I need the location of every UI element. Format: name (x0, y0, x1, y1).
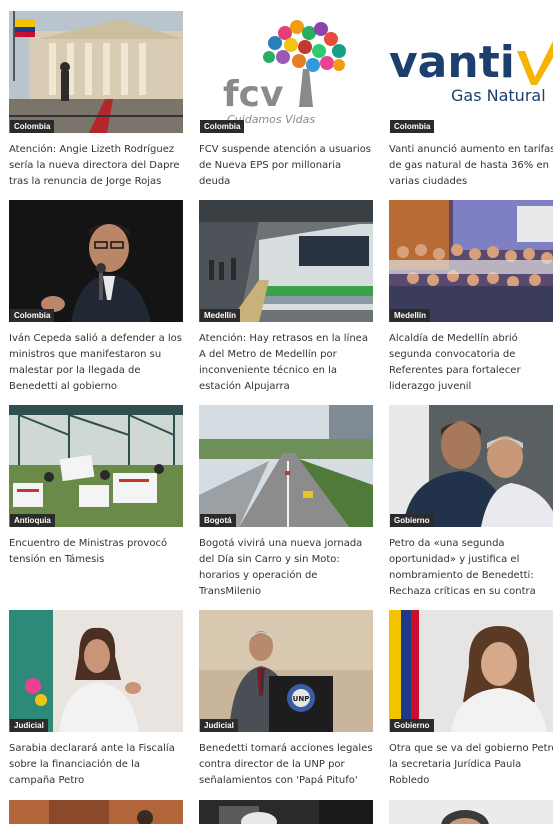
article-thumbnail[interactable]: Antioquia (9, 405, 183, 527)
category-badge[interactable]: Colombia (200, 120, 245, 133)
svg-text:UNP: UNP (293, 695, 310, 703)
article-card[interactable]: UNP Judicial Benedetti tomará acciones l… (199, 610, 373, 789)
article-card[interactable] (9, 800, 183, 824)
article-card[interactable] (389, 800, 553, 824)
article-thumbnail[interactable] (389, 800, 553, 824)
sarabia-photo (9, 610, 183, 732)
article-card[interactable] (199, 800, 373, 824)
protest-photo (9, 405, 183, 527)
bogota-road-photo (199, 405, 373, 527)
article-card[interactable]: Colombia Iván Cepeda salió a defender a … (9, 200, 183, 395)
vanti-logo: vanti Gas Natural (389, 11, 553, 133)
article-card[interactable]: vanti Gas Natural Colombia Vanti anunció… (389, 11, 553, 190)
robledo-photo (389, 610, 553, 732)
article-thumbnail[interactable]: UNP Judicial (199, 610, 373, 732)
article-card[interactable]: Medellín Atención: Hay retrasos en la lí… (199, 200, 373, 395)
article-thumbnail[interactable]: Medellín (199, 200, 373, 322)
article-card[interactable]: Antioquia Encuentro de Ministras provocó… (9, 405, 183, 568)
metro-photo (199, 200, 373, 322)
category-badge[interactable]: Bogotá (200, 514, 236, 527)
category-badge[interactable]: Colombia (390, 120, 435, 133)
article-card[interactable]: Medellín Alcaldía de Medellín abrió segu… (389, 200, 553, 395)
article-thumbnail[interactable]: Colombia (9, 11, 183, 133)
article-card[interactable]: Judicial Sarabia declarará ante la Fisca… (9, 610, 183, 789)
article-card[interactable]: Gobierno Otra que se va del gobierno Pet… (389, 610, 553, 789)
fcv-logo: fcv Cuidamos Vidas (199, 11, 373, 133)
category-badge[interactable]: Gobierno (390, 719, 434, 732)
partial-photo (389, 800, 553, 824)
svg-text:Gas Natural: Gas Natural (451, 86, 546, 105)
svg-text:vanti: vanti (389, 37, 515, 88)
article-card[interactable]: Gobierno Petro da «una segunda oportunid… (389, 405, 553, 600)
svg-text:fcv: fcv (223, 74, 283, 115)
article-title[interactable]: Atención: Hay retrasos en la línea A del… (199, 331, 373, 395)
article-thumbnail[interactable]: Judicial (9, 610, 183, 732)
category-badge[interactable]: Colombia (10, 309, 55, 322)
category-badge[interactable]: Judicial (200, 719, 238, 732)
article-title[interactable]: Alcaldía de Medellín abrió segunda convo… (389, 331, 553, 395)
article-title[interactable]: Petro da «una segunda oportunidad» y jus… (389, 536, 553, 600)
article-thumbnail[interactable] (9, 800, 183, 824)
article-thumbnail[interactable]: Bogotá (199, 405, 373, 527)
article-thumbnail[interactable]: Gobierno (389, 405, 553, 527)
article-title[interactable]: Iván Cepeda salió a defender a los minis… (9, 331, 183, 395)
category-badge[interactable]: Medellín (390, 309, 431, 322)
article-thumbnail[interactable]: vanti Gas Natural Colombia (389, 11, 553, 133)
article-card[interactable]: Bogotá Bogotá vivirá una nueva jornada d… (199, 405, 373, 600)
article-title[interactable]: Encuentro de Ministras provocó tensión e… (9, 536, 183, 568)
article-title[interactable]: Otra que se va del gobierno Petro, la se… (389, 741, 553, 789)
petro-benedetti-photo (389, 405, 553, 527)
article-card[interactable]: Colombia Atención: Angie Lizeth Rodrígue… (9, 11, 183, 190)
article-thumbnail[interactable] (199, 800, 373, 824)
article-title[interactable]: Benedetti tomará acciones legales contra… (199, 741, 373, 789)
category-badge[interactable]: Colombia (10, 120, 55, 133)
youth-group-photo (389, 200, 553, 322)
article-thumbnail[interactable]: Gobierno (389, 610, 553, 732)
category-badge[interactable]: Gobierno (390, 514, 434, 527)
article-title[interactable]: Bogotá vivirá una nueva jornada del Día … (199, 536, 373, 600)
category-badge[interactable]: Judicial (10, 719, 48, 732)
palace-image (9, 11, 183, 133)
article-title[interactable]: Sarabia declarará ante la Fiscalía sobre… (9, 741, 183, 789)
article-card[interactable]: fcv Cuidamos Vidas Colombia FCV suspende… (199, 11, 373, 190)
article-title[interactable]: Atención: Angie Lizeth Rodríguez sería l… (9, 142, 183, 190)
partial-photo (9, 800, 183, 824)
unp-podium-photo: UNP (199, 610, 373, 732)
category-badge[interactable]: Medellín (200, 309, 241, 322)
partial-photo (199, 800, 373, 824)
article-thumbnail[interactable]: fcv Cuidamos Vidas Colombia (199, 11, 373, 133)
article-title[interactable]: Vanti anunció aumento en tarifas de gas … (389, 142, 553, 190)
article-title[interactable]: FCV suspende atención a usuarios de Nuev… (199, 142, 373, 190)
cepeda-photo (9, 200, 183, 322)
article-thumbnail[interactable]: Medellín (389, 200, 553, 322)
category-badge[interactable]: Antioquia (10, 514, 55, 527)
article-thumbnail[interactable]: Colombia (9, 200, 183, 322)
